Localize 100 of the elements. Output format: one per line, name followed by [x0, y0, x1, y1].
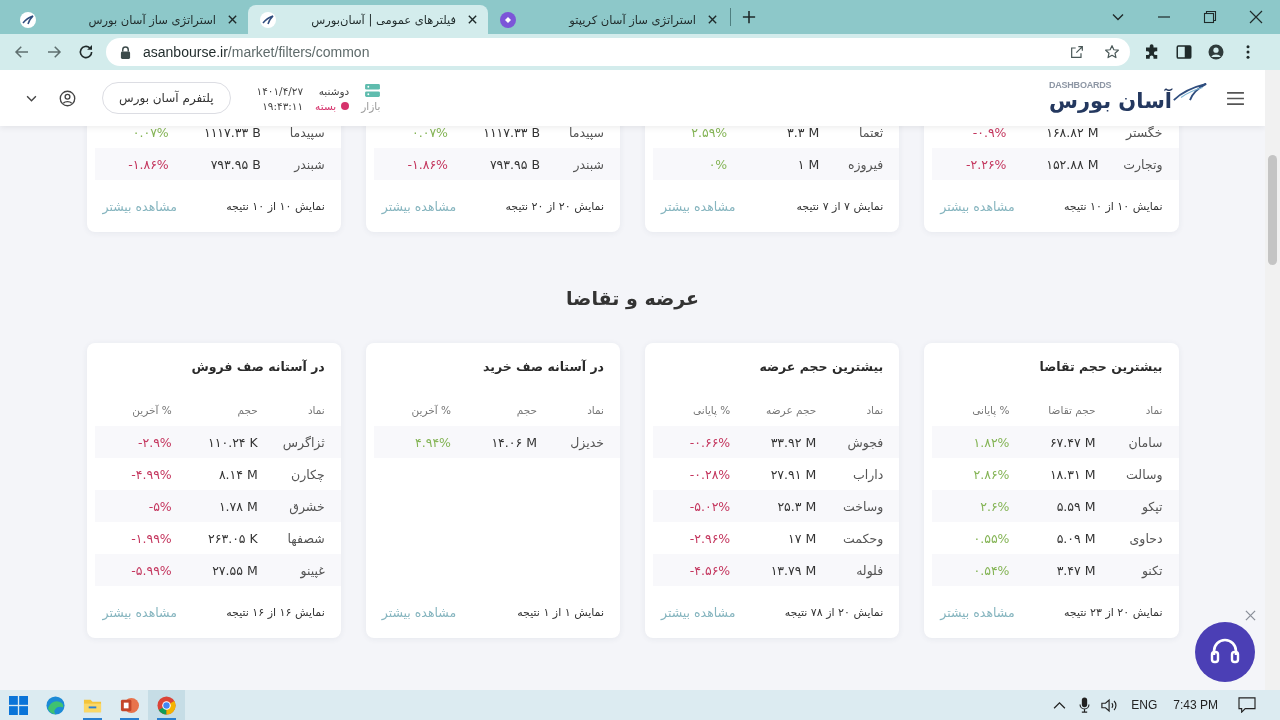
volume-cell: ۱۱۱۷.۳۳ B	[203, 124, 261, 140]
column-header: حجم تقاضا	[1048, 404, 1096, 416]
taskbar-app-button[interactable]	[148, 690, 185, 720]
change-cell: -۰.۲۸%	[689, 466, 731, 482]
volume-cell: ۱۴.۰۶ M	[491, 434, 537, 450]
bird-favicon-icon	[260, 11, 276, 28]
column-header: حجم عرضه	[766, 404, 817, 416]
change-cell: ۱.۸۲%	[973, 434, 1010, 450]
back-icon[interactable]	[13, 43, 31, 61]
volume-cell: ۱ M	[797, 156, 820, 172]
volume-cell: ۳۳.۹۲ M	[770, 434, 817, 450]
volume-cell: ۲۵.۳ M	[777, 498, 817, 514]
volume-cell: ۱۱۱۷.۳۳ B	[483, 124, 540, 140]
close-icon[interactable]	[227, 14, 238, 25]
lock-icon[interactable]	[120, 45, 131, 59]
change-cell: -۱.۸۶%	[128, 156, 169, 172]
browser-tab[interactable]: استراتژی ساز آسان کریپتو	[488, 5, 728, 34]
section-title: عرضه و تقاضا	[565, 286, 700, 312]
column-header: % پایانی	[693, 404, 731, 416]
chevron-up-icon[interactable]	[1053, 700, 1067, 710]
logo-wordmark[interactable]: آسان بورس	[1048, 90, 1172, 112]
forward-icon[interactable]	[45, 43, 63, 61]
result-count: نمایش ۱۶ از ۱۶ نتیجه	[226, 605, 325, 619]
platform-button[interactable]: پلتفرم آسان بورس	[102, 82, 231, 114]
date-text: ۱۴۰۱/۴/۲۷	[256, 84, 304, 97]
new-tab-icon[interactable]	[742, 10, 756, 24]
symbol-cell: سپیدما	[289, 124, 325, 140]
change-cell: -۲.۲۶%	[966, 156, 1007, 172]
card-title: در آستانه صف فروش	[190, 358, 326, 376]
address-bar[interactable]: asanbourse.ir/market/filters/common	[106, 38, 1130, 66]
change-cell: ۲.۸۶%	[973, 466, 1010, 482]
volume-cell: ۳.۴۷ M	[1056, 562, 1096, 578]
column-header: % پایانی	[972, 404, 1010, 416]
card-title: بیشترین حجم عرضه	[758, 358, 885, 376]
volume-cell: ۱۳.۷۹ M	[770, 562, 817, 578]
column-header: نماد	[1145, 404, 1163, 416]
volume-cell: ۵.۰۹ M	[1056, 530, 1096, 546]
volume-cell: ۱.۷۸ M	[218, 498, 258, 514]
user-circle-icon[interactable]	[59, 89, 76, 107]
support-headset-icon[interactable]	[1195, 622, 1255, 682]
start-icon[interactable]	[9, 695, 28, 715]
symbol-cell: شبندر	[294, 156, 325, 172]
volume-cell: ۷۹۳.۹۵ B	[489, 156, 540, 172]
change-cell: -۴.۵۶%	[689, 562, 731, 578]
volume-cell: ۲۷.۹۱ M	[770, 466, 817, 482]
scrollbar-thumb[interactable]	[1268, 155, 1277, 265]
column-header: % آخرین	[132, 404, 172, 416]
browser-tab[interactable]: فیلترهای عمومی | آسان‌بورس	[248, 5, 488, 34]
profile-avatar-icon[interactable]	[1207, 43, 1225, 61]
symbol-cell: وحکمت	[843, 530, 884, 546]
sidebar-icon[interactable]	[1175, 43, 1193, 61]
share-icon[interactable]	[1069, 44, 1085, 60]
star-icon[interactable]	[1104, 44, 1120, 60]
presentation-icon	[120, 695, 139, 715]
volume-cell: ۱۷ M	[788, 530, 817, 546]
weekday-text: دوشنبه	[318, 84, 350, 97]
symbol-cell: تپکو	[1141, 498, 1163, 514]
microphone-icon[interactable]	[1079, 697, 1091, 713]
column-header: % آخرین	[411, 404, 451, 416]
menu-icon[interactable]	[1226, 90, 1245, 106]
change-cell: ۰.۵۵%	[973, 530, 1010, 546]
change-cell: ۲.۵۹%	[691, 124, 728, 140]
volume-cell: ۳.۳ M	[787, 124, 820, 140]
change-cell: ۰%	[708, 156, 728, 172]
close-icon[interactable]	[707, 14, 718, 25]
market-label: بازار	[361, 100, 381, 112]
column-header: نماد	[587, 404, 604, 416]
reload-icon[interactable]	[77, 43, 95, 61]
column-header: نماد	[866, 404, 884, 416]
logo-tagline: DASHBOARDS	[1048, 80, 1112, 90]
scrollbar[interactable]	[1265, 70, 1280, 690]
symbol-cell: فجوش	[847, 434, 884, 450]
language-indicator[interactable]: ENG	[1131, 698, 1158, 712]
change-cell: ۰.۰۷%	[412, 124, 448, 140]
symbol-cell: چکارن	[291, 466, 325, 482]
symbol-cell: وساخت	[842, 498, 884, 514]
symbol-cell: خشرق	[289, 498, 325, 514]
card-title: در آستانه صف خرید	[482, 358, 605, 376]
symbol-cell: وسالت	[1126, 466, 1163, 482]
result-count: نمایش ۱۰ از ۱۰ نتیجه	[226, 199, 325, 213]
volume-cell: ۷۹۳.۹۵ B	[210, 156, 261, 172]
symbol-cell: تکنو	[1141, 562, 1163, 578]
result-count: نمایش ۷ از ۷ نتیجه	[796, 199, 884, 213]
symbol-cell: سامان	[1128, 434, 1163, 450]
clock-text[interactable]: 7:43 PM	[1173, 698, 1218, 712]
bird-favicon-icon	[20, 11, 36, 28]
change-cell: -۱.۸۶%	[407, 156, 448, 172]
restore-icon[interactable]	[1203, 10, 1217, 24]
volume-cell: ۱۱۰.۲۴ K	[208, 434, 258, 450]
column-header: حجم	[516, 404, 537, 416]
speaker-icon[interactable]	[1101, 697, 1120, 713]
symbol-cell: داراب	[852, 466, 884, 482]
change-cell: -۵.۰۲%	[689, 498, 731, 514]
close-icon[interactable]	[467, 14, 478, 25]
change-cell: ۴.۹۴%	[415, 434, 451, 450]
change-cell: -۵%	[148, 498, 172, 514]
chevron-down-icon[interactable]	[26, 94, 37, 102]
browser-tab[interactable]: استراتژی ساز آسان بورس	[8, 5, 248, 34]
notification-icon[interactable]	[1238, 697, 1256, 713]
close-icon[interactable]	[1249, 10, 1263, 24]
